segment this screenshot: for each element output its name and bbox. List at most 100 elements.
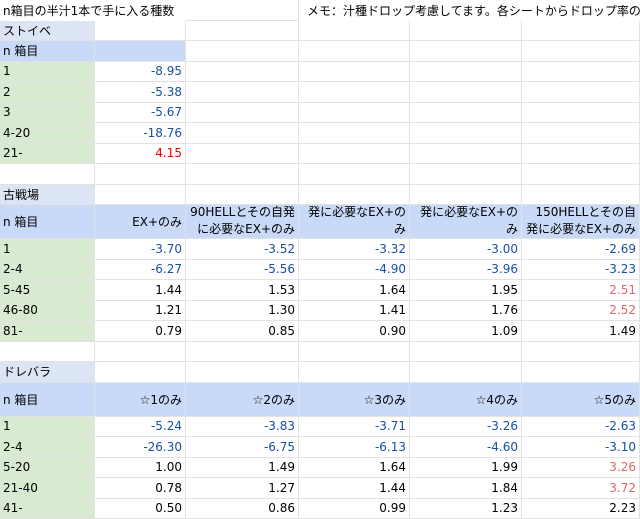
value-cell[interactable]: 1.44	[299, 478, 410, 499]
value-cell[interactable]: 1.99	[410, 458, 522, 479]
empty-cell[interactable]	[95, 21, 186, 42]
value-cell[interactable]: 0.90	[299, 321, 410, 342]
row-label[interactable]: 1	[0, 239, 95, 260]
empty-cell[interactable]	[95, 362, 186, 383]
value-cell[interactable]: 4.15	[95, 144, 186, 165]
value-cell[interactable]: 1.00	[95, 458, 186, 479]
empty-cell[interactable]	[299, 103, 410, 124]
column-header[interactable]: ☆4のみ	[410, 383, 522, 417]
empty-cell[interactable]	[186, 41, 299, 62]
value-cell[interactable]: -6.13	[299, 437, 410, 458]
value-cell[interactable]: -26.30	[95, 437, 186, 458]
value-cell[interactable]: 1.30	[186, 301, 299, 322]
empty-cell[interactable]	[522, 41, 640, 62]
value-cell[interactable]: 0.79	[95, 321, 186, 342]
row-label[interactable]: 41-	[0, 499, 95, 519]
value-cell[interactable]: -4.60	[410, 437, 522, 458]
value-cell[interactable]: -3.00	[410, 239, 522, 260]
empty-cell[interactable]	[522, 144, 640, 165]
row-label[interactable]: 5-45	[0, 280, 95, 301]
value-cell[interactable]: 1.27	[186, 478, 299, 499]
value-cell[interactable]: -3.10	[522, 437, 640, 458]
row-label[interactable]: 21-40	[0, 478, 95, 499]
section-title[interactable]: ストイベ	[0, 21, 95, 42]
empty-cell[interactable]	[186, 342, 299, 363]
empty-cell[interactable]	[522, 362, 640, 383]
empty-cell[interactable]	[410, 21, 522, 42]
value-cell[interactable]: 2.23	[522, 499, 640, 519]
empty-cell[interactable]	[522, 103, 640, 124]
row-label[interactable]: 46-80	[0, 301, 95, 322]
empty-cell[interactable]	[410, 362, 522, 383]
value-cell[interactable]: -18.76	[95, 123, 186, 144]
empty-cell[interactable]	[522, 62, 640, 83]
empty-cell[interactable]	[299, 21, 410, 42]
value-cell[interactable]: 1.49	[186, 458, 299, 479]
value-cell[interactable]: 1.23	[410, 499, 522, 519]
row-label[interactable]: 81-	[0, 321, 95, 342]
empty-cell[interactable]	[410, 82, 522, 103]
empty-cell[interactable]	[522, 123, 640, 144]
value-cell[interactable]: -5.67	[95, 103, 186, 124]
value-cell[interactable]: 1.49	[522, 321, 640, 342]
value-cell[interactable]: 1.44	[95, 280, 186, 301]
value-cell[interactable]: 1.64	[299, 280, 410, 301]
value-cell[interactable]: -6.27	[95, 260, 186, 281]
column-header[interactable]: 100HELLとその自発に必要なEX+のみ	[410, 205, 522, 239]
value-cell[interactable]: 0.78	[95, 478, 186, 499]
value-cell[interactable]: 1.41	[299, 301, 410, 322]
empty-cell[interactable]	[522, 164, 640, 185]
empty-cell[interactable]	[522, 21, 640, 42]
column-header[interactable]: n 箱目	[0, 41, 95, 62]
column-header[interactable]: 90HELLとその自発に必要なEX+のみ	[186, 205, 299, 239]
value-cell[interactable]: 2.52	[522, 301, 640, 322]
empty-cell[interactable]	[410, 185, 522, 206]
value-cell[interactable]: -3.32	[299, 239, 410, 260]
column-header[interactable]: ☆3のみ	[299, 383, 410, 417]
empty-cell[interactable]	[410, 144, 522, 165]
value-cell[interactable]: 0.86	[186, 499, 299, 519]
empty-cell[interactable]	[299, 123, 410, 144]
empty-cell[interactable]	[299, 164, 410, 185]
value-cell[interactable]: 0.99	[299, 499, 410, 519]
empty-cell[interactable]	[299, 144, 410, 165]
value-cell[interactable]: -2.63	[522, 417, 640, 438]
value-cell[interactable]: 1.64	[299, 458, 410, 479]
empty-cell[interactable]	[299, 62, 410, 83]
empty-cell[interactable]	[186, 362, 299, 383]
value-cell[interactable]: -5.24	[95, 417, 186, 438]
empty-cell[interactable]	[410, 123, 522, 144]
empty-cell[interactable]	[0, 342, 95, 363]
column-header[interactable]	[95, 41, 186, 62]
empty-cell[interactable]	[95, 342, 186, 363]
column-header[interactable]: n 箱目	[0, 383, 95, 417]
value-cell[interactable]: -3.26	[410, 417, 522, 438]
title-cell[interactable]: n箱目の半汁1本で手に入る種数	[0, 0, 186, 21]
value-cell[interactable]: -3.52	[186, 239, 299, 260]
row-label[interactable]: 1	[0, 62, 95, 83]
value-cell[interactable]: 1.09	[410, 321, 522, 342]
empty-cell[interactable]	[95, 185, 186, 206]
empty-cell[interactable]	[522, 82, 640, 103]
value-cell[interactable]: -6.75	[186, 437, 299, 458]
value-cell[interactable]: -3.96	[410, 260, 522, 281]
empty-cell[interactable]	[299, 362, 410, 383]
empty-cell[interactable]	[299, 82, 410, 103]
empty-cell[interactable]	[299, 342, 410, 363]
empty-cell[interactable]	[186, 185, 299, 206]
row-label[interactable]: 3	[0, 103, 95, 124]
value-cell[interactable]: 1.76	[410, 301, 522, 322]
value-cell[interactable]: -3.70	[95, 239, 186, 260]
empty-cell[interactable]	[186, 164, 299, 185]
value-cell[interactable]: -5.56	[186, 260, 299, 281]
empty-cell[interactable]	[186, 103, 299, 124]
value-cell[interactable]: -8.95	[95, 62, 186, 83]
value-cell[interactable]: -2.69	[522, 239, 640, 260]
value-cell[interactable]: 1.21	[95, 301, 186, 322]
empty-cell[interactable]	[186, 144, 299, 165]
memo-cell[interactable]: メモ：汁種ドロップ考慮してます。各シートからドロップ率の確	[299, 0, 639, 21]
empty-cell[interactable]	[299, 185, 410, 206]
row-label[interactable]: 4-20	[0, 123, 95, 144]
section-title[interactable]: 古戦場	[0, 185, 95, 206]
empty-cell[interactable]	[186, 62, 299, 83]
